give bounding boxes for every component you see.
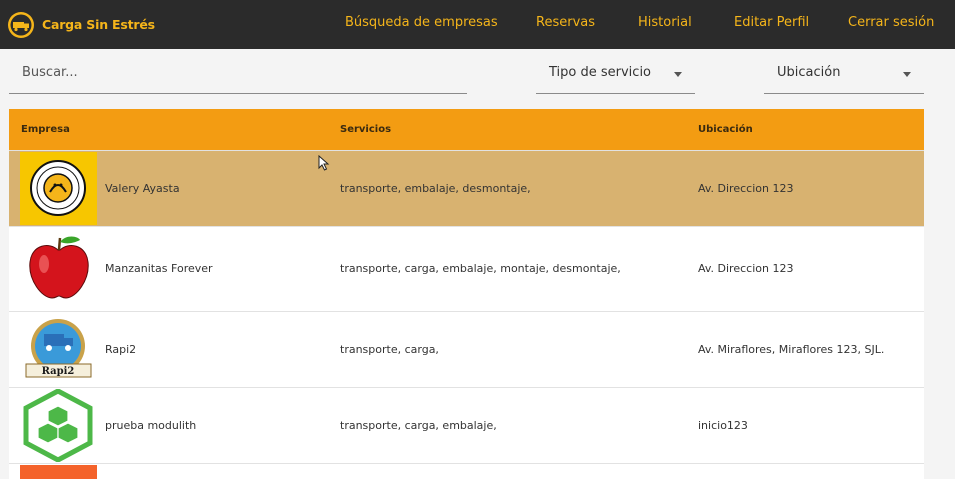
filter-bar: Buscar... Tipo de servicio Ubicación	[0, 49, 955, 109]
nav-busqueda-empresas[interactable]: Búsqueda de empresas	[345, 15, 498, 30]
nav-editar-perfil[interactable]: Editar Perfil	[734, 15, 809, 30]
company-seal-logo-icon	[20, 152, 97, 225]
table-row[interactable]: Rapi2 Rapi2 transporte, carga, Av. Miraflo…	[9, 311, 924, 387]
search-placeholder: Buscar...	[22, 65, 78, 80]
company-name: Valery Ayasta	[105, 182, 180, 195]
table-row[interactable]: prueba modulith transporte, carga, embala…	[9, 387, 924, 463]
company-services: transporte, carga, embalaje, montaje, de…	[340, 262, 621, 275]
brand[interactable]: Carga Sin Estrés	[7, 11, 155, 39]
nav-reservas[interactable]: Reservas	[536, 15, 595, 30]
table-row[interactable]: Manzanitas Forever transporte, carga, emb…	[9, 226, 924, 311]
companies-table: Empresa Servicios Ubicación Valery Ayast…	[9, 109, 924, 479]
column-header-location: Ubicación	[698, 124, 753, 135]
company-name: Rapi2	[105, 343, 137, 356]
service-type-label: Tipo de servicio	[549, 65, 652, 80]
apple-logo-icon	[20, 232, 97, 306]
column-header-services: Servicios	[340, 124, 392, 135]
nav-cerrar-sesion[interactable]: Cerrar sesión	[848, 15, 934, 30]
mouse-cursor-icon	[318, 155, 330, 171]
company-location: Av. Direccion 123	[698, 262, 794, 275]
company-location: Av. Miraflores, Miraflores 123, SJL.	[698, 343, 885, 356]
chevron-down-icon	[674, 72, 682, 77]
column-header-company: Empresa	[21, 124, 70, 135]
location-label: Ubicación	[777, 65, 841, 80]
table-body: Valery Ayasta transporte, embalaje, desmo…	[9, 150, 924, 463]
service-type-select[interactable]: Tipo de servicio	[536, 58, 695, 94]
svg-text:Rapi2: Rapi2	[42, 366, 75, 377]
nav-historial[interactable]: Historial	[638, 15, 692, 30]
truck-logo-icon	[8, 11, 34, 38]
chevron-down-icon	[903, 72, 911, 77]
search-input[interactable]: Buscar...	[9, 58, 467, 94]
app-name: Carga Sin Estrés	[42, 17, 155, 32]
table-header: Empresa Servicios Ubicación	[9, 109, 924, 150]
top-navbar: Carga Sin Estrés Búsqueda de empresas Re…	[0, 0, 955, 49]
location-select[interactable]: Ubicación	[764, 58, 924, 94]
company-name: prueba modulith	[105, 419, 197, 432]
table-row[interactable]: Valery Ayasta transporte, embalaje, desmo…	[9, 150, 924, 226]
company-services: transporte, embalaje, desmontaje,	[340, 182, 531, 195]
company-services: transporte, carga, embalaje,	[340, 419, 497, 432]
company-services: transporte, carga,	[340, 343, 439, 356]
company-location: inicio123	[698, 419, 748, 432]
company-location: Av. Direccion 123	[698, 182, 794, 195]
truck-badge-logo-icon: Rapi2	[20, 316, 97, 383]
hexagon-cubes-logo-icon	[20, 388, 97, 463]
company-name: Manzanitas Forever	[105, 262, 213, 275]
